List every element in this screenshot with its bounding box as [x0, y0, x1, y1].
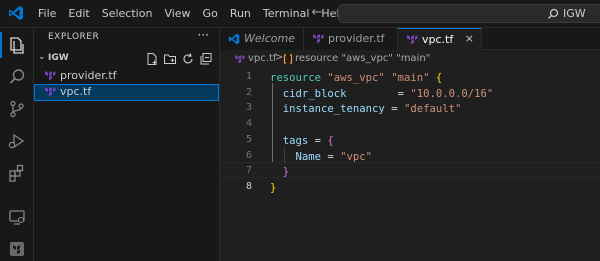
file-name: vpc.tf	[60, 85, 92, 98]
tab-label: Welcome	[244, 32, 295, 45]
menu-bar: File Edit Selection View Go Run Terminal Help	[32, 0, 352, 28]
new-file-icon[interactable]	[145, 52, 159, 66]
menu-run[interactable]: Run	[224, 0, 257, 28]
menu-file[interactable]: File	[32, 0, 62, 28]
menu-edit[interactable]: Edit	[62, 0, 95, 28]
code-token: "main"	[391, 72, 436, 84]
file-name: provider.tf	[60, 69, 117, 82]
code-editor[interactable]: 1 2 3 4 5 6 7 8 resource "aws_vpc" "main" { cid…	[220, 68, 600, 261]
code-line[interactable]: instance_tenancy = "default"	[270, 101, 462, 117]
folder-name: IGW	[48, 53, 69, 63]
command-center-text: IGW	[563, 7, 586, 20]
code-line[interactable]: Name = "vpc"	[270, 149, 373, 165]
menu-go[interactable]: Go	[197, 0, 224, 28]
code-token: =	[346, 87, 411, 100]
menu-view[interactable]: View	[158, 0, 196, 28]
more-actions-icon[interactable]: ···	[198, 28, 209, 42]
line-number: 6	[245, 149, 252, 161]
menu-terminal[interactable]: Terminal	[257, 0, 316, 28]
code-token: "10.0.0.0/16"	[410, 87, 494, 100]
menu-selection[interactable]: Selection	[96, 0, 159, 28]
code-token: "default"	[403, 103, 462, 116]
tab-label: vpc.tf	[422, 33, 454, 46]
breadcrumb-file[interactable]: vpc.tf	[248, 53, 276, 64]
search-icon[interactable]	[0, 60, 34, 94]
code-token: }	[270, 181, 277, 194]
code-token: }	[270, 166, 290, 179]
folder-row[interactable]: ⌄ IGW	[34, 50, 219, 68]
editor-tab-bar: Welcome provider.tf vpc.tf ×	[220, 28, 600, 50]
terraform-file-icon	[45, 87, 56, 97]
command-center[interactable]: IGW	[338, 4, 600, 23]
code-token: instance_tenancy	[270, 103, 385, 116]
code-token: =	[308, 134, 328, 147]
collapse-all-icon[interactable]	[199, 52, 213, 66]
extensions-icon[interactable]	[0, 156, 34, 190]
run-debug-icon[interactable]	[0, 124, 34, 158]
line-number: 1	[245, 71, 252, 82]
terraform-icon[interactable]	[0, 232, 34, 261]
code-token: tags	[270, 134, 309, 147]
vscode-icon	[228, 33, 240, 45]
terraform-file-icon	[313, 34, 324, 44]
line-number: 5	[245, 133, 252, 145]
tab-label: provider.tf	[328, 32, 385, 45]
refresh-icon[interactable]	[181, 52, 195, 66]
code-token: cidr_block	[270, 87, 347, 100]
line-number: 8	[245, 180, 252, 192]
breadcrumb: vpc.tf > resource "aws_vpc" "main"	[220, 50, 600, 68]
file-item-vpc[interactable]: vpc.tf	[34, 84, 219, 101]
code-token: =	[384, 103, 404, 116]
explorer-title: EXPLORER	[48, 32, 100, 42]
code-token: Name	[270, 150, 322, 163]
terraform-file-icon	[45, 71, 56, 81]
search-icon	[548, 8, 559, 19]
code-token: "vpc"	[340, 150, 373, 163]
code-line[interactable]: }	[270, 164, 289, 180]
line-number: 7	[245, 165, 252, 177]
code-line[interactable]: tags = {	[270, 133, 334, 149]
tab-provider[interactable]: provider.tf	[304, 28, 398, 50]
symbol-object-icon	[283, 54, 293, 64]
terraform-file-icon	[407, 35, 418, 45]
line-number: 4	[245, 118, 252, 130]
explorer-icon[interactable]	[0, 28, 34, 62]
source-control-icon[interactable]	[0, 92, 34, 126]
new-folder-icon[interactable]	[163, 52, 177, 66]
code-token: {	[327, 134, 334, 147]
line-number: 2	[245, 86, 252, 98]
explorer-sidebar: EXPLORER ··· ⌄ IGW provider.tf vpc.tf	[34, 28, 220, 261]
code-token: =	[321, 150, 341, 163]
code-token: {	[435, 72, 443, 84]
code-line[interactable]: cidr_block = "10.0.0.0/16"	[270, 86, 494, 102]
arrow-left-icon[interactable]: ←	[308, 4, 326, 22]
code-token: "aws_vpc"	[327, 72, 392, 84]
line-number: 3	[245, 102, 252, 114]
folder-actions	[141, 52, 213, 66]
close-icon[interactable]: ×	[465, 32, 474, 45]
tab-vpc[interactable]: vpc.tf ×	[398, 28, 482, 50]
code-line[interactable]: }	[270, 180, 276, 196]
chevron-down-icon[interactable]: ⌄	[38, 52, 46, 62]
tab-welcome[interactable]: Welcome	[220, 28, 304, 50]
file-item-provider[interactable]: provider.tf	[34, 68, 219, 85]
terraform-file-icon	[234, 54, 245, 64]
activity-bar	[0, 28, 34, 261]
code-line[interactable]: resource "aws_vpc" "main" {	[270, 70, 442, 86]
vscode-window: File Edit Selection View Go Run Terminal Help ←…	[0, 0, 600, 261]
title-bar: File Edit Selection View Go Run Terminal Help ←…	[0, 0, 600, 28]
vscode-logo-icon[interactable]	[8, 5, 24, 21]
code-token: resource	[270, 72, 328, 84]
remote-explorer-icon[interactable]	[0, 200, 34, 234]
breadcrumb-symbol[interactable]: resource "aws_vpc" "main"	[295, 53, 430, 64]
